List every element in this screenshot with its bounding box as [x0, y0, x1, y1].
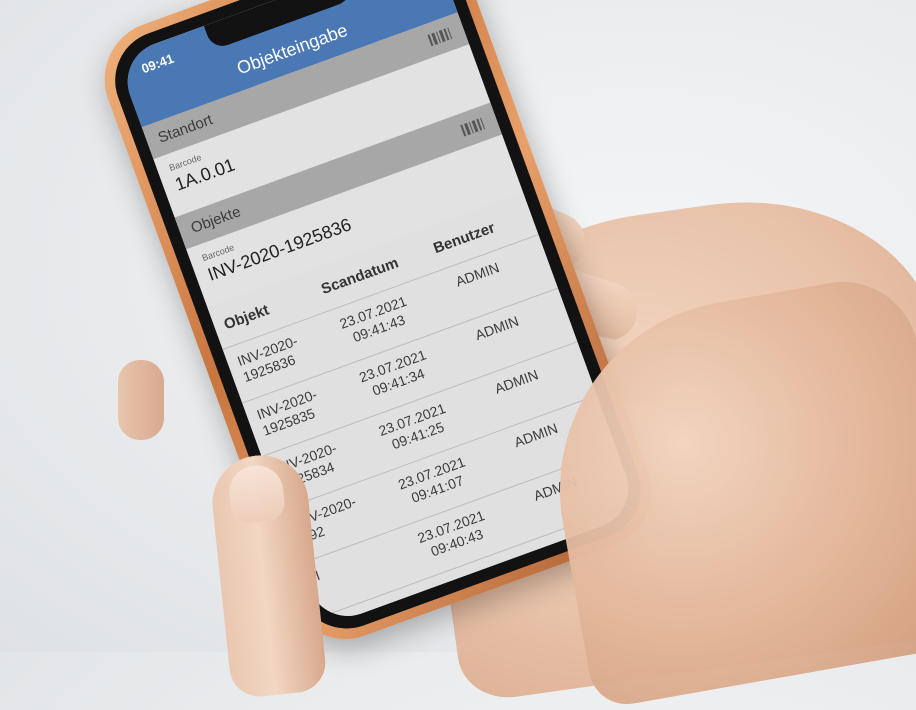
status-time: 09:41: [139, 50, 176, 77]
left-finger: [118, 360, 164, 440]
barcode-icon[interactable]: [427, 27, 453, 47]
barcode-icon[interactable]: [460, 117, 486, 137]
thumb-nail: [226, 463, 287, 525]
